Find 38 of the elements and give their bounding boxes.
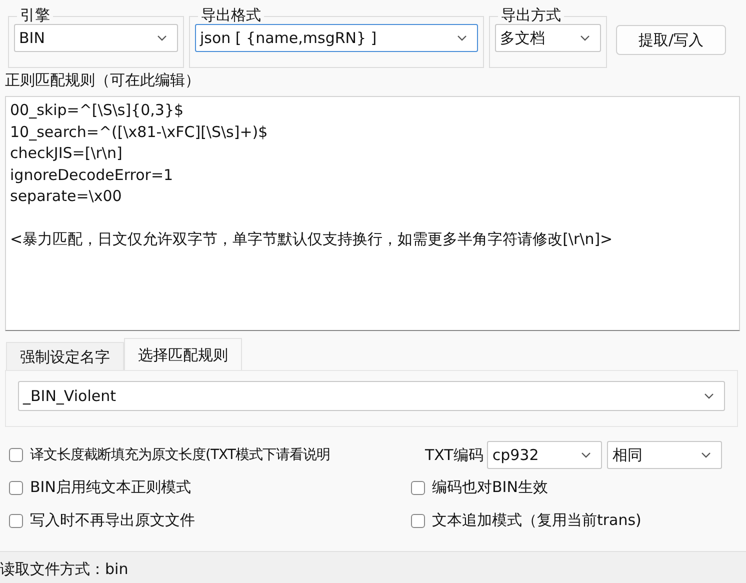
checkbox-label[interactable]: 编码也对BIN生效 [432, 478, 548, 497]
status-text: 读取文件方式：bin [0, 560, 128, 578]
checkbox[interactable] [9, 448, 23, 462]
checkbox-label[interactable]: 文本追加模式（复用当前trans) [432, 511, 642, 530]
group-title: 引擎 [17, 6, 53, 24]
code-line: separate=\x00 [10, 186, 123, 207]
tab[interactable]: 选择匹配规则 [124, 338, 242, 371]
dropdown[interactable]: BIN [14, 24, 178, 52]
chevron-down-icon [157, 35, 167, 41]
checkbox[interactable] [411, 480, 425, 494]
tab[interactable]: 强制设定名字 [6, 342, 124, 371]
chevron-down-icon [704, 393, 714, 399]
chevron-down-icon [581, 452, 592, 458]
code-line: 10_search=^([\x81-\xFC][\S\s]+)$ [10, 122, 269, 142]
encoding-label: TXT编码 [425, 446, 484, 464]
dropdown[interactable]: 相同 [607, 441, 722, 469]
rules-label: 正则匹配规则（可在此编辑） [4, 70, 201, 89]
encoding-dropdown[interactable]: cp932 [487, 441, 602, 469]
checkbox-label[interactable]: BIN启用纯文本正则模式 [30, 478, 191, 497]
dropdown[interactable]: json [ {name,msgRN} ] [195, 24, 478, 52]
code-line: ignoreDecodeError=1 [10, 164, 174, 186]
checkbox-label[interactable]: 译文长度截断填充为原文长度(TXT模式下请看说明 [30, 446, 330, 464]
checkbox-label[interactable]: 写入时不再导出原文文件 [30, 511, 195, 530]
dropdown[interactable]: 多文档 [495, 24, 601, 52]
code-line: <暴力匹配，日文仅允许双字节，单字节默认仅支持换行，如需更多半角字符请修改[\r\n]> [10, 229, 614, 250]
extract-write-button[interactable]: 提取/写入 [616, 25, 726, 55]
rules-editor[interactable]: 00_skip=^[\S\s]{0,3}$ 10_search=^([\x81-\xFC][\S\s]+)$ checkJIS=[\r\n] ignoreDecodeError=1 separate=\x00 <暴力匹配，日文仅允许双字节，单字节默认仅支持换行，如需更多半角字符请修改[\r\n]> [5, 96, 740, 331]
group-title: 导出格式 [198, 6, 264, 24]
code-line: 00_skip=^[\S\s]{0,3}$ [10, 100, 185, 121]
checkbox[interactable] [411, 514, 425, 528]
chevron-down-icon [457, 35, 467, 41]
chevron-down-icon [580, 35, 590, 41]
chevron-down-icon [701, 452, 712, 458]
rule-dropdown[interactable]: _BIN_Violent [18, 381, 725, 411]
group-title: 导出方式 [498, 6, 564, 24]
checkbox[interactable] [9, 480, 23, 494]
checkbox[interactable] [9, 514, 23, 528]
code-line: checkJIS=[\r\n] [10, 143, 124, 164]
